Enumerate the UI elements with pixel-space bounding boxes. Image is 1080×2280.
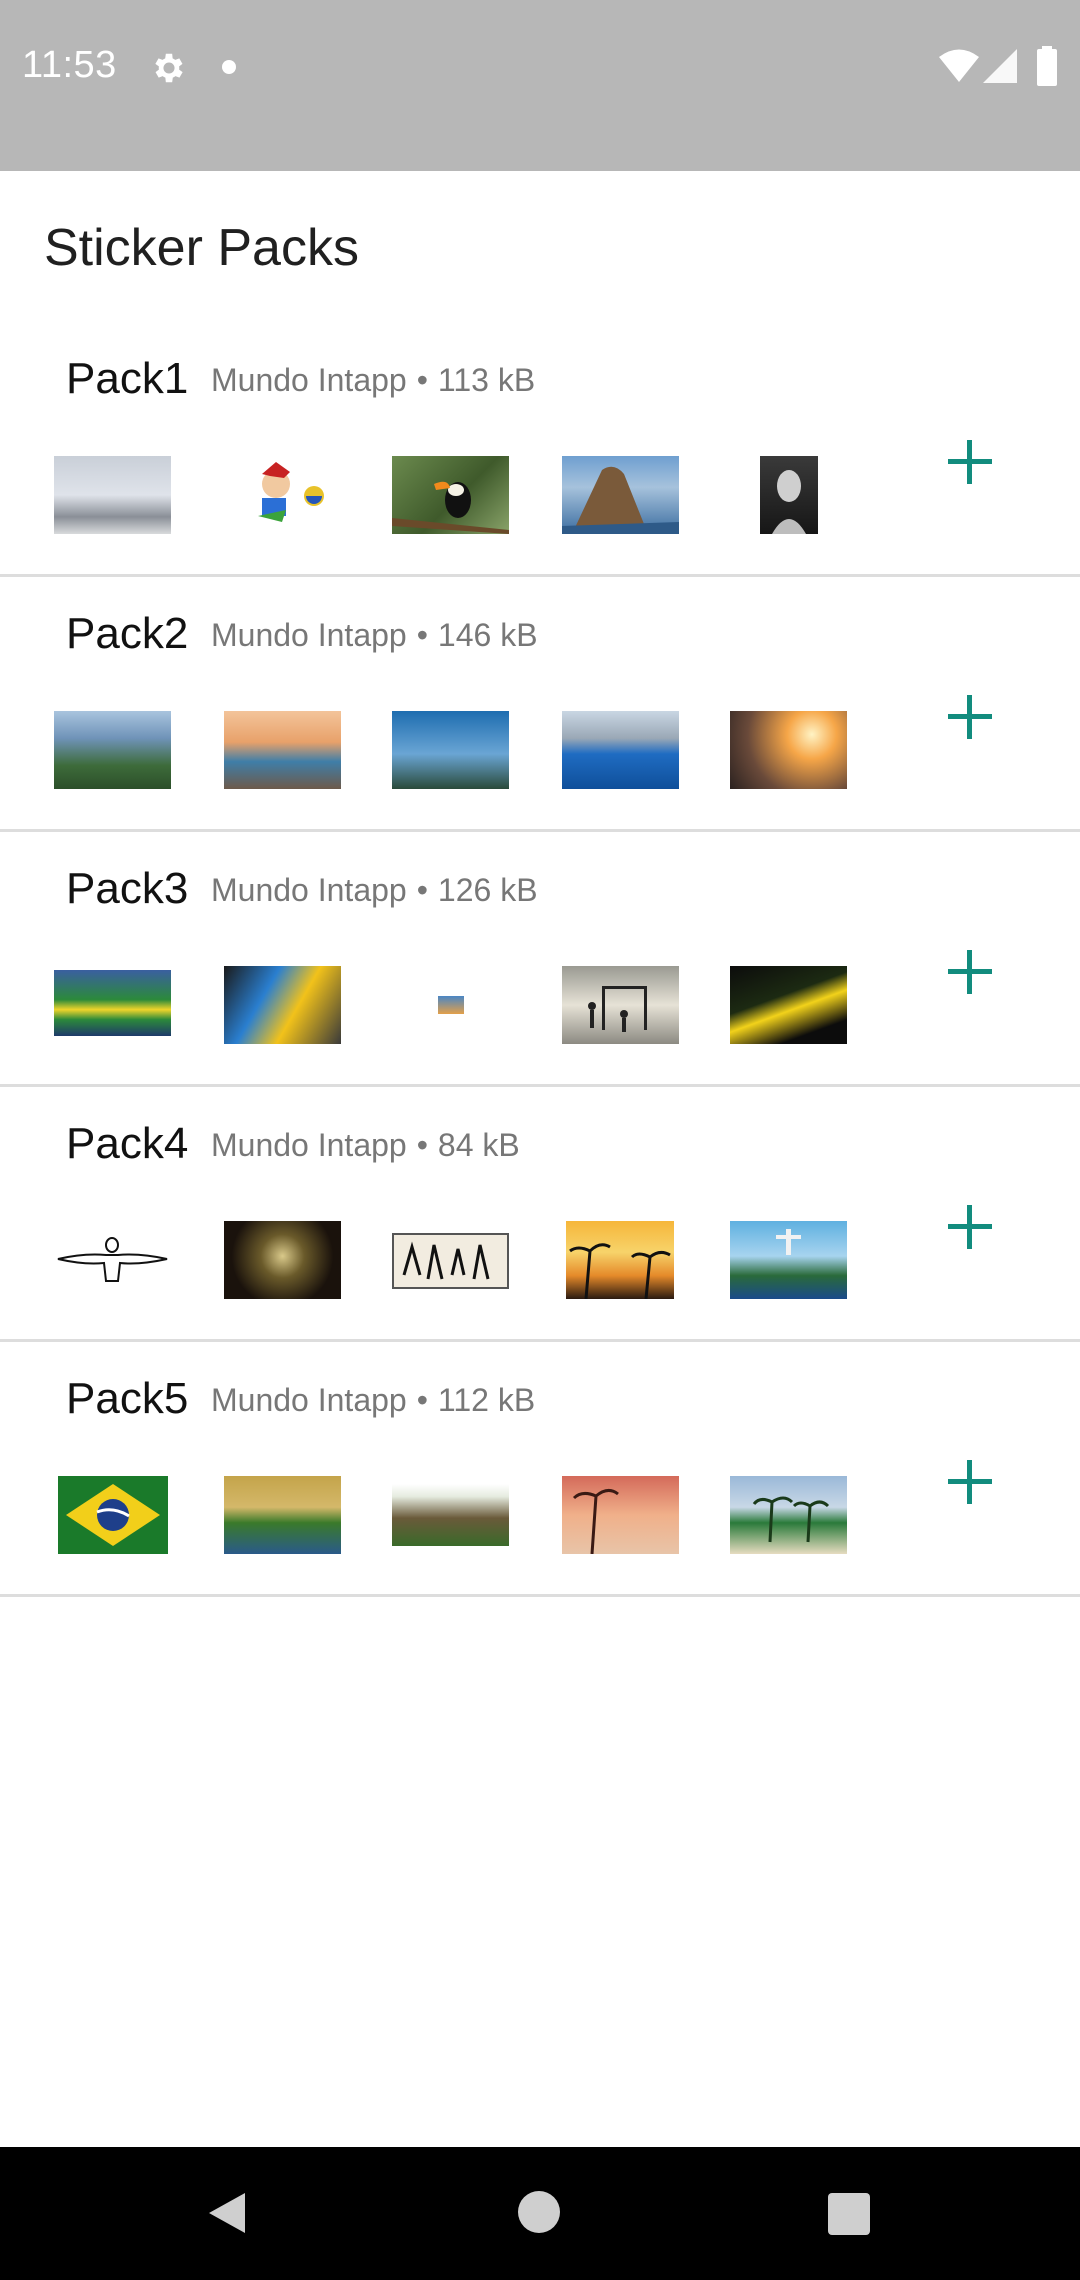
add-pack-button[interactable]	[940, 687, 1000, 747]
sticker-thumbnail	[730, 1476, 847, 1554]
sticker-thumbnail	[392, 456, 509, 534]
navigation-bar	[0, 2147, 1080, 2280]
home-icon[interactable]	[518, 2191, 560, 2233]
add-pack-button[interactable]	[940, 432, 1000, 492]
sticker-pack-item[interactable]: Pack5 Mundo Intapp • 112 kB	[0, 1342, 1080, 1597]
add-pack-button[interactable]	[940, 1452, 1000, 1512]
sticker-pack-item[interactable]: Pack3 Mundo Intapp • 126 kB	[0, 832, 1080, 1087]
sticker-thumbnail	[760, 456, 818, 534]
sticker-thumbnail	[562, 711, 679, 789]
notification-dot-icon	[222, 60, 236, 74]
add-pack-button[interactable]	[940, 942, 1000, 1002]
sticker-thumbnail	[730, 1221, 847, 1299]
sticker-thumbnail	[236, 456, 328, 534]
pack-name: Pack5	[66, 1374, 189, 1423]
sticker-thumbnail	[392, 711, 509, 789]
pack-publisher: Mundo Intapp	[211, 872, 407, 908]
pack-meta: Mundo Intapp • 84 kB	[211, 1127, 520, 1164]
gear-icon	[155, 53, 183, 83]
meta-separator: •	[416, 1382, 428, 1418]
pack-meta: Mundo Intapp • 126 kB	[211, 872, 538, 909]
pack-size: 113 kB	[437, 362, 536, 398]
sticker-thumbnail	[54, 970, 171, 1036]
meta-separator: •	[416, 617, 428, 653]
sticker-thumbnail	[438, 996, 464, 1014]
sticker-thumbnail	[54, 456, 171, 534]
pack-publisher: Mundo Intapp	[211, 617, 407, 653]
pack-size: 112 kB	[437, 1382, 536, 1418]
pack-publisher: Mundo Intapp	[211, 1127, 407, 1163]
sticker-thumbnail	[54, 1221, 171, 1299]
pack-meta: Mundo Intapp • 113 kB	[211, 362, 535, 399]
page-title: Sticker Packs	[44, 219, 359, 277]
pack-name: Pack4	[66, 1119, 189, 1168]
sticker-thumbnail	[392, 1233, 509, 1289]
pack-meta: Mundo Intapp • 146 kB	[211, 617, 538, 654]
sticker-pack-item[interactable]: Pack1 Mundo Intapp • 113 kB	[0, 322, 1080, 577]
pack-meta: Mundo Intapp • 112 kB	[211, 1382, 535, 1419]
sticker-thumbnail	[54, 711, 171, 789]
battery-icon	[1037, 46, 1057, 86]
pack-size: 146 kB	[437, 617, 538, 653]
meta-separator: •	[416, 1127, 428, 1163]
pack-publisher: Mundo Intapp	[211, 1382, 407, 1418]
pack-name: Pack2	[66, 609, 189, 658]
sticker-thumbnail	[224, 1221, 341, 1299]
pack-size: 84 kB	[437, 1127, 520, 1163]
wifi-icon	[939, 49, 979, 82]
pack-name: Pack3	[66, 864, 189, 913]
sticker-thumbnail	[730, 711, 847, 789]
meta-separator: •	[416, 362, 428, 398]
sticker-pack-item[interactable]: Pack4 Mundo Intapp • 84 kB	[0, 1087, 1080, 1342]
sticker-pack-list: Pack1 Mundo Intapp • 113 kB Pack2 Mundo …	[0, 322, 1080, 1597]
pack-size: 126 kB	[437, 872, 538, 908]
sticker-thumbnail	[566, 1221, 674, 1299]
sticker-thumbnail	[730, 966, 847, 1044]
pack-publisher: Mundo Intapp	[211, 362, 407, 398]
back-icon[interactable]	[205, 2189, 249, 2237]
sticker-thumbnail	[562, 456, 679, 534]
sticker-thumbnail	[562, 1476, 679, 1554]
add-pack-button[interactable]	[940, 1197, 1000, 1257]
sticker-pack-item[interactable]: Pack2 Mundo Intapp • 146 kB	[0, 577, 1080, 832]
status-bar: 11:53	[0, 0, 1080, 171]
sticker-thumbnail	[562, 966, 679, 1044]
sticker-thumbnail	[224, 711, 341, 789]
meta-separator: •	[416, 872, 428, 908]
sticker-thumbnail	[392, 1484, 509, 1546]
sticker-thumbnail	[224, 1476, 341, 1554]
pack-name: Pack1	[66, 354, 189, 403]
signal-icon	[983, 49, 1017, 83]
sticker-thumbnail	[224, 966, 341, 1044]
sticker-thumbnail	[58, 1476, 168, 1554]
recents-icon[interactable]	[828, 2193, 870, 2235]
status-time: 11:53	[22, 44, 117, 86]
